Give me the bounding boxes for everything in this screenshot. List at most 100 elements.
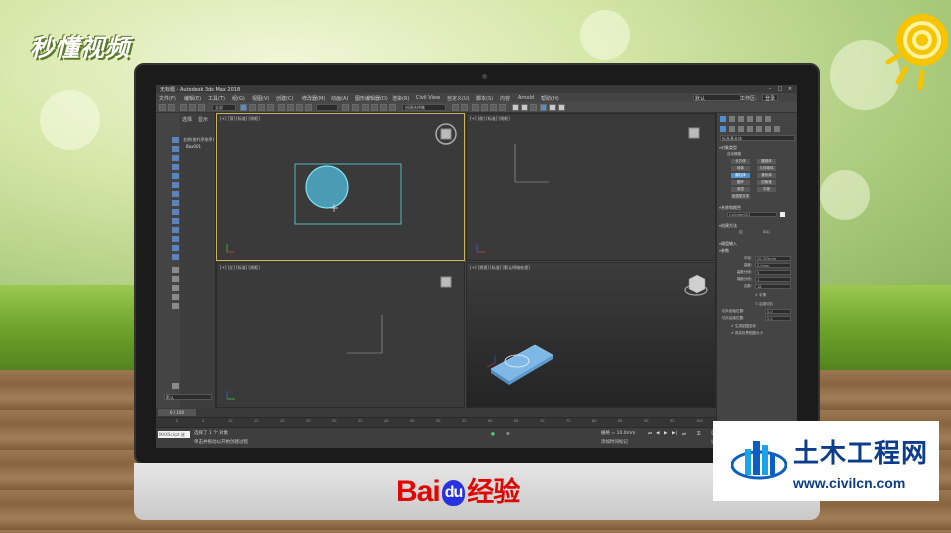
viewport-top[interactable]: [+] [顶] [标准] [线框] bbox=[216, 113, 465, 261]
teapot-button[interactable]: 茶壶 bbox=[731, 187, 750, 192]
rollout-name-color[interactable]: 名称和颜色 bbox=[719, 205, 796, 210]
rollout-parameters[interactable]: 参数 bbox=[719, 248, 796, 253]
reference-coord-dropdown[interactable] bbox=[316, 104, 338, 111]
viewcube-top[interactable] bbox=[435, 123, 457, 145]
pyramid-button[interactable]: 四棱锥 bbox=[757, 180, 776, 185]
play-icon[interactable]: ▶ bbox=[664, 431, 667, 436]
spinner-snap-icon[interactable] bbox=[389, 104, 396, 111]
spacewarps-filter-icon[interactable] bbox=[172, 218, 179, 224]
textplus-button[interactable]: 加强型文本 bbox=[731, 194, 750, 199]
snap-toggle-icon[interactable] bbox=[362, 104, 369, 111]
cone-button[interactable]: 圆锥体 bbox=[757, 159, 776, 164]
render-production-icon[interactable] bbox=[540, 104, 547, 111]
viewport-perspective[interactable]: [+] [透视] [标准] [默认明暗处理] bbox=[466, 262, 716, 408]
select-object-icon[interactable] bbox=[240, 104, 247, 111]
rollout-object-type[interactable]: 对象类型 bbox=[719, 145, 796, 150]
prev-frame-icon[interactable]: ◀ bbox=[656, 431, 659, 436]
workspace-dropdown[interactable]: 默认 bbox=[693, 94, 741, 102]
manipulate-icon[interactable] bbox=[352, 104, 359, 111]
tab-display[interactable]: 显示 bbox=[198, 116, 208, 123]
slice-on-checkbox[interactable]: ☐ 启用切片 bbox=[755, 302, 773, 307]
select-by-name-icon[interactable] bbox=[249, 104, 256, 111]
minimize-button[interactable]: – bbox=[766, 86, 774, 92]
cameras-filter-icon[interactable] bbox=[172, 200, 179, 206]
spacewarps-category-icon[interactable] bbox=[765, 126, 771, 132]
find-icon[interactable] bbox=[172, 303, 179, 309]
object-color-swatch[interactable] bbox=[780, 212, 785, 217]
motion-tab-icon[interactable] bbox=[747, 116, 753, 122]
region-select-icon[interactable] bbox=[258, 104, 265, 111]
autogrid-checkbox[interactable]: 自动栅格 bbox=[727, 152, 741, 157]
real-world-map-checkbox[interactable]: ✔ 真实世界贴图大小 bbox=[731, 331, 763, 336]
viewcube-perspective[interactable] bbox=[684, 274, 708, 296]
percent-snap-icon[interactable] bbox=[380, 104, 387, 111]
maxscript-listener[interactable]: MAXScript 迷 bbox=[158, 431, 190, 438]
rendered-frame-icon[interactable] bbox=[530, 104, 537, 111]
time-slider-track[interactable]: 0 / 100 bbox=[156, 408, 716, 417]
param-height-spinner[interactable]: 0.0mm bbox=[755, 263, 791, 268]
move-icon[interactable] bbox=[278, 104, 285, 111]
method-edge-radio[interactable]: 边 bbox=[739, 230, 743, 235]
frozen-filter-icon[interactable] bbox=[172, 276, 179, 282]
menu-views[interactable]: 视图(V) bbox=[252, 95, 269, 102]
slice-to-spinner[interactable]: 0.0 bbox=[765, 316, 791, 321]
helpers-filter-icon[interactable] bbox=[172, 209, 179, 215]
geometry-filter-icon[interactable] bbox=[172, 173, 179, 179]
method-center-radio[interactable]: 中心 bbox=[763, 230, 770, 235]
menu-create[interactable]: 创建(C) bbox=[276, 95, 293, 102]
param-cap-segs-spinner[interactable]: 1 bbox=[755, 277, 791, 282]
menu-edit[interactable]: 编辑(E) bbox=[184, 95, 201, 102]
rotate-icon[interactable] bbox=[287, 104, 294, 111]
scene-display-none-icon[interactable] bbox=[172, 146, 179, 152]
viewcube-left[interactable] bbox=[440, 276, 452, 288]
tab-select[interactable]: 选择 bbox=[182, 116, 192, 123]
time-slider[interactable]: 0 / 100 bbox=[158, 409, 196, 416]
smooth-checkbox[interactable]: ✔ 平滑 bbox=[755, 293, 766, 298]
groups-filter-icon[interactable] bbox=[172, 227, 179, 233]
utilities-tab-icon[interactable] bbox=[765, 116, 771, 122]
scene-explorer-icon[interactable] bbox=[481, 104, 488, 111]
unlink-icon[interactable] bbox=[189, 104, 196, 111]
mirror-icon[interactable] bbox=[452, 104, 459, 111]
funnel-icon[interactable] bbox=[172, 294, 179, 300]
menu-animation[interactable]: 动画(A) bbox=[331, 95, 348, 102]
undo-icon[interactable] bbox=[159, 104, 166, 111]
lock-icon[interactable]: ● bbox=[491, 432, 495, 437]
gen-uv-checkbox[interactable]: ✔ 生成贴图坐标 bbox=[731, 324, 756, 329]
render-iterative-icon[interactable] bbox=[549, 104, 556, 111]
param-height-segs-spinner[interactable]: 5 bbox=[755, 270, 791, 275]
track-bar[interactable]: 0 5 10 15 20 25 30 35 40 45 50 55 60 65 … bbox=[156, 417, 716, 427]
curve-editor-icon[interactable] bbox=[490, 104, 497, 111]
box-button[interactable]: 长方体 bbox=[731, 159, 750, 164]
param-sides-spinner[interactable]: 18 bbox=[755, 284, 791, 289]
material-editor-icon[interactable] bbox=[512, 104, 519, 111]
layer-explorer-icon[interactable] bbox=[472, 104, 479, 111]
systems-category-icon[interactable] bbox=[774, 126, 780, 132]
angle-snap-icon[interactable] bbox=[371, 104, 378, 111]
shapes-filter-icon[interactable] bbox=[172, 182, 179, 188]
next-frame-icon[interactable]: ▶| bbox=[672, 431, 677, 436]
slice-from-spinner[interactable]: 0.0 bbox=[765, 309, 791, 314]
cameras-category-icon[interactable] bbox=[747, 126, 753, 132]
scene-item-box[interactable]: Box001 bbox=[186, 144, 201, 149]
menu-civil-view[interactable]: Civil View bbox=[416, 95, 440, 101]
scene-display-invert-icon[interactable] bbox=[172, 164, 179, 170]
maximize-button[interactable]: □ bbox=[776, 86, 784, 92]
bind-spacewarp-icon[interactable] bbox=[198, 104, 205, 111]
object-name-field[interactable]: Cylinder001 bbox=[727, 212, 777, 217]
shapes-category-icon[interactable] bbox=[729, 126, 735, 132]
layer-dropdown[interactable]: 默认 bbox=[164, 394, 212, 400]
torus-button[interactable]: 圆环 bbox=[731, 180, 750, 185]
menu-content[interactable]: 内容 bbox=[500, 95, 510, 102]
xrefs-filter-icon[interactable] bbox=[172, 236, 179, 242]
redo-icon[interactable] bbox=[168, 104, 175, 111]
hierarchy-toggle-icon[interactable] bbox=[172, 267, 179, 273]
rollout-keyboard-entry[interactable]: 键盘输入 bbox=[719, 241, 796, 246]
placement-icon[interactable] bbox=[305, 104, 312, 111]
modify-tab-icon[interactable] bbox=[729, 116, 735, 122]
helpers-category-icon[interactable] bbox=[756, 126, 762, 132]
tube-button[interactable]: 管状体 bbox=[757, 173, 776, 178]
sphere-button[interactable]: 球体 bbox=[731, 166, 750, 171]
scale-icon[interactable] bbox=[296, 104, 303, 111]
menu-arnold[interactable]: Arnold bbox=[518, 95, 534, 101]
